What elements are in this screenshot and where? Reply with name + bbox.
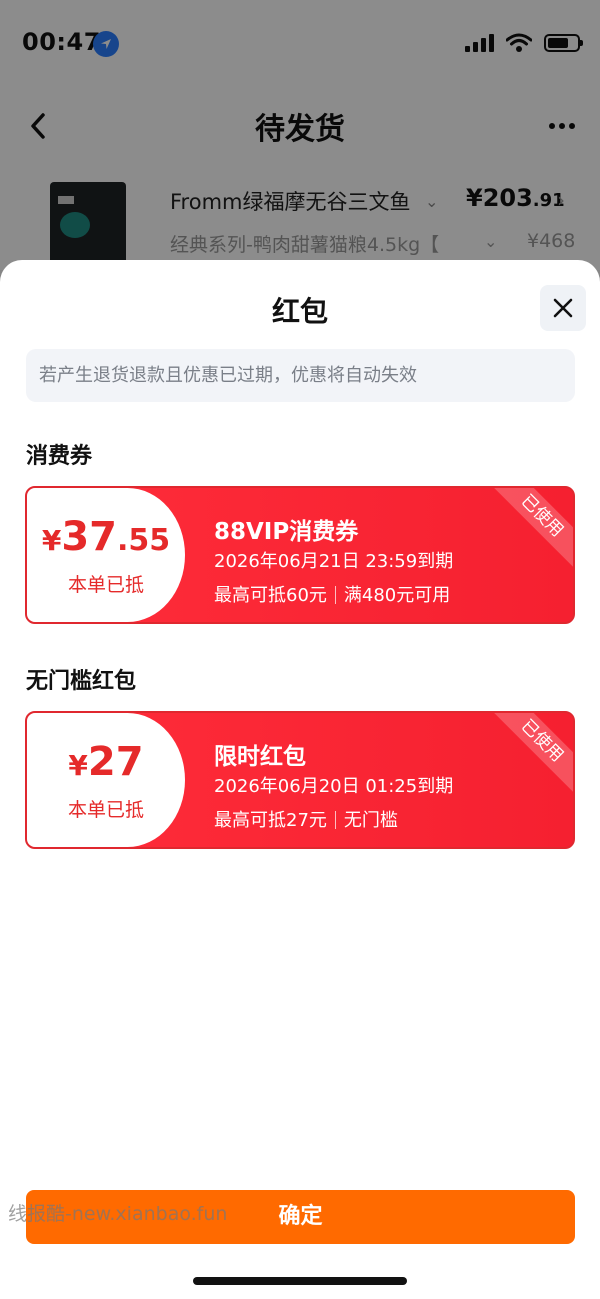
coupon-used-label: 本单已抵 (67, 799, 144, 821)
home-indicator (193, 1277, 407, 1285)
section-title-consumption-coupon: 消费券 (26, 444, 93, 469)
coupon-amount: ¥27 (68, 739, 144, 785)
close-button[interactable] (540, 285, 586, 331)
used-corner-badge: 已使用 (486, 713, 573, 797)
section-title-no-threshold-red-packet: 无门槛红包 (26, 669, 137, 694)
notice-banner: 若产生退货退款且优惠已过期，优惠将自动失效 (26, 349, 575, 402)
used-corner-badge: 已使用 (486, 488, 573, 572)
coupon-name: 限时红包 (214, 744, 306, 770)
coupon-expiry: 2026年06月21日 23:59到期 (214, 551, 454, 572)
coupon-card[interactable]: ¥37.55 本单已抵 88VIP消费券 2026年06月21日 23:59到期… (25, 486, 575, 624)
red-packet-sheet: 红包 若产生退货退款且优惠已过期，优惠将自动失效 消费券 ¥37.55 本单已抵… (0, 260, 600, 1299)
watermark: 线报酷-new.xianbao.fun (8, 1203, 228, 1225)
coupon-card[interactable]: ¥27 本单已抵 限时红包 2026年06月20日 01:25到期 最高可抵27… (25, 711, 575, 849)
coupon-used-label: 本单已抵 (67, 574, 144, 596)
close-icon (553, 298, 573, 318)
coupon-amount: ¥37.55 (41, 514, 171, 560)
sheet-title: 红包 (271, 295, 328, 328)
coupon-expiry: 2026年06月20日 01:25到期 (214, 776, 454, 797)
coupon-limit: 最高可抵27元 无门槛 (214, 810, 398, 831)
coupon-limit: 最高可抵60元 满480元可用 (214, 585, 451, 606)
coupon-name: 88VIP消费券 (214, 519, 359, 545)
